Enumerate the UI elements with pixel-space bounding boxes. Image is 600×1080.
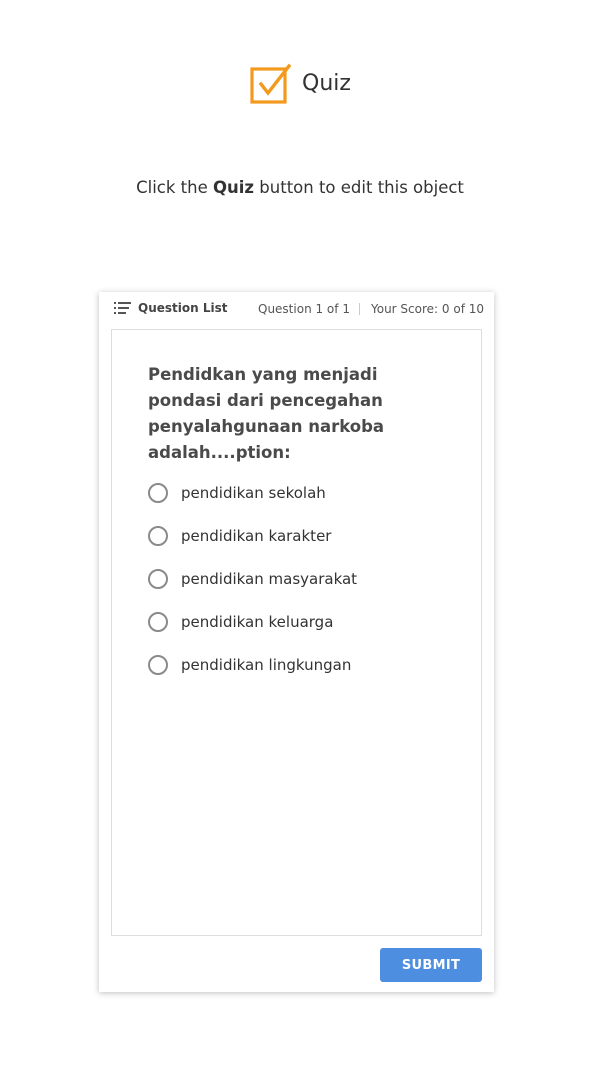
score-display: Your Score: 0 of 10 [371, 302, 484, 316]
instructions-prefix: Click the [136, 178, 213, 197]
question-text: Pendidkan yang menjadi pondasi dari penc… [148, 365, 396, 462]
answer-option-label: pendidikan masyarakat [181, 569, 358, 588]
answer-option-label: pendidikan keluarga [181, 612, 334, 631]
radio-button[interactable] [148, 482, 168, 503]
quiz-topbar: Question List Question 1 of 1 Your Score… [99, 292, 494, 328]
answer-options: pendidikan sekolah pendidikan karakter p… [148, 471, 468, 686]
radio-button[interactable] [148, 568, 168, 589]
answer-option-label: pendidikan sekolah [181, 483, 326, 502]
topbar-divider [359, 303, 360, 315]
answer-option-label: pendidikan karakter [181, 526, 332, 545]
checkbox-check-icon [250, 63, 292, 104]
answer-option[interactable]: pendidikan keluarga [148, 600, 468, 643]
submit-button[interactable]: SUBMIT [380, 948, 482, 982]
answer-option-label: pendidikan lingkungan [181, 655, 352, 674]
radio-button[interactable] [148, 611, 168, 632]
answer-option[interactable]: pendidikan masyarakat [148, 557, 468, 600]
question-list-label: Question List [138, 301, 228, 315]
radio-button[interactable] [148, 525, 168, 546]
answer-option[interactable]: pendidikan lingkungan [148, 643, 468, 686]
instructions-suffix: button to edit this object [254, 178, 464, 197]
quiz-widget: Question List Question 1 of 1 Your Score… [99, 292, 494, 992]
list-icon [114, 302, 131, 314]
question-list-button[interactable]: Question List [114, 301, 227, 315]
question-panel: Pendidkan yang menjadi pondasi dari penc… [111, 329, 482, 936]
instructions-quiz-emphasis: Quiz [213, 178, 255, 197]
edit-instructions: Click the Quiz button to edit this objec… [0, 178, 600, 197]
answer-option[interactable]: pendidikan karakter [148, 514, 468, 557]
question-counter: Question 1 of 1 [258, 302, 350, 316]
answer-option[interactable]: pendidikan sekolah [148, 471, 468, 514]
quiz-title: Quiz [302, 71, 351, 96]
quiz-header: Quiz [0, 62, 600, 106]
radio-button[interactable] [148, 654, 168, 675]
